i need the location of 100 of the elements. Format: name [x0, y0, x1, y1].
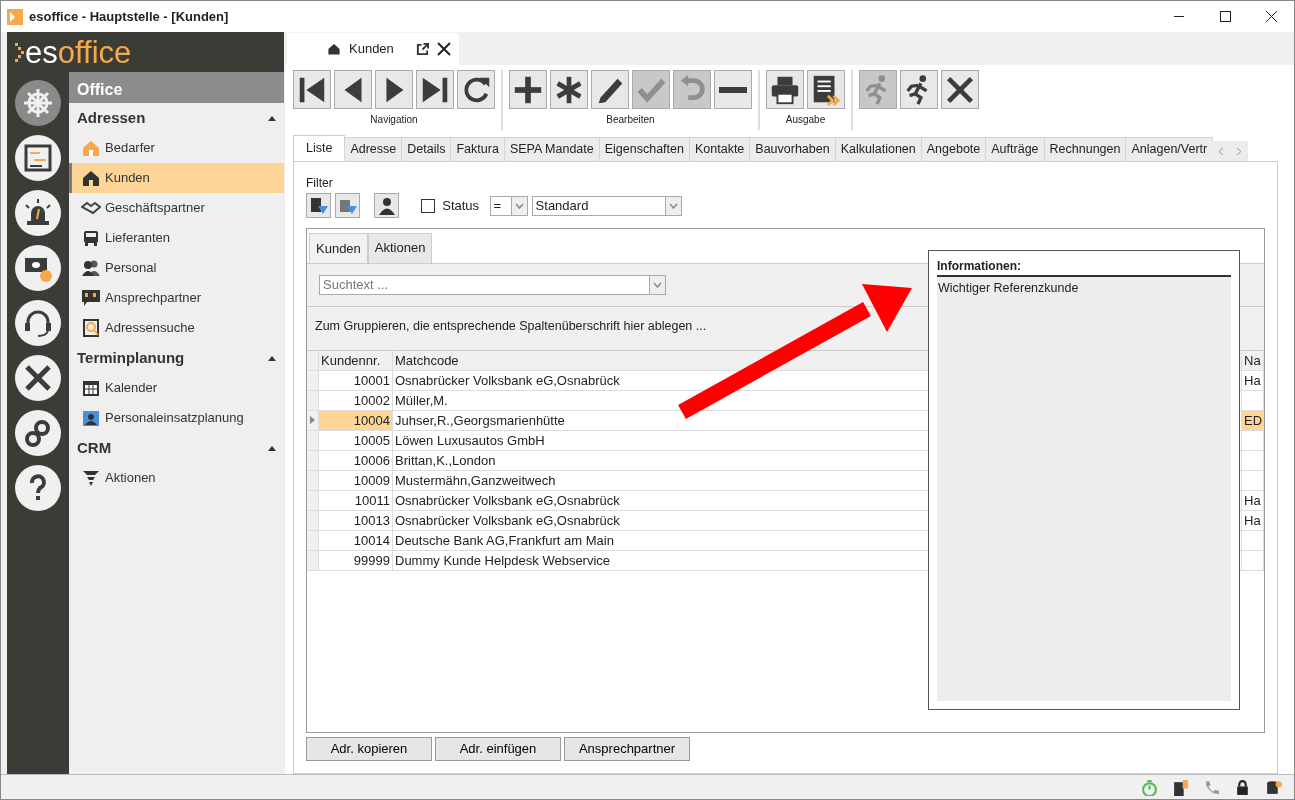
table-cell: 10009	[319, 470, 393, 491]
module-button[interactable]	[15, 135, 61, 181]
person-icon	[376, 195, 397, 216]
asterisk-button[interactable]	[550, 70, 588, 109]
sidebar-item[interactable]: Aktionen	[69, 463, 284, 493]
group-label: Navigation	[370, 113, 418, 127]
tab[interactable]: Kunden	[309, 233, 368, 263]
section-title[interactable]: CRM	[77, 436, 112, 460]
action-button[interactable]: Adr. einfügen	[435, 737, 561, 761]
table-cell: 10002	[319, 390, 393, 411]
tab[interactable]: Liste	[293, 135, 346, 161]
close-button[interactable]	[941, 70, 979, 109]
search-field[interactable]: Suchtext ...	[319, 274, 649, 295]
tab[interactable]: Faktura	[450, 137, 505, 161]
tab[interactable]: Aktionen	[367, 233, 433, 263]
print-button[interactable]	[766, 70, 804, 109]
close-icon	[437, 42, 452, 56]
row-pointer-icon	[310, 416, 315, 424]
tab[interactable]: Details	[401, 137, 452, 161]
corner-cell	[307, 350, 319, 371]
edit-button[interactable]	[591, 70, 629, 109]
tab[interactable]: Bauvorhaben	[749, 137, 836, 161]
minimize-icon	[1174, 16, 1184, 17]
action-button[interactable]: Adr. kopieren	[306, 737, 432, 761]
table-cell	[1242, 470, 1264, 491]
first-button[interactable]	[293, 70, 331, 109]
section-title[interactable]: Terminplanung	[77, 346, 185, 370]
table-cell	[1242, 550, 1264, 571]
delete-button[interactable]	[714, 70, 752, 109]
external-link-icon	[416, 42, 430, 56]
tab[interactable]: Angebote	[920, 137, 987, 161]
column-header[interactable]: Kundennr.	[319, 350, 393, 371]
operator-dropdown[interactable]: =	[489, 195, 528, 216]
sidebar-item[interactable]: Bedarfer	[69, 133, 284, 163]
module-button[interactable]	[15, 465, 61, 511]
dropdown-button[interactable]	[649, 274, 666, 295]
module-button[interactable]	[15, 245, 61, 291]
module-button[interactable]	[15, 410, 61, 456]
runner-button[interactable]	[900, 70, 938, 109]
filter-label: Filter	[306, 175, 334, 192]
table-cell: Ha	[1242, 510, 1264, 531]
table-cell: 10005	[319, 430, 393, 451]
document-tab[interactable]: Kunden	[287, 33, 460, 65]
tab[interactable]: Rechnungen	[1043, 137, 1127, 161]
sidebar-item[interactable]: Adressensuche	[69, 313, 284, 343]
tab[interactable]: Eigenschaften	[598, 137, 690, 161]
sidebar-item[interactable]: Ansprechpartner	[69, 283, 284, 313]
table-cell: 99999	[319, 550, 393, 571]
sidebar-item[interactable]: Kunden	[69, 163, 284, 193]
lock-icon	[1234, 778, 1251, 796]
sidebar-item[interactable]: Personaleinsatzplanung	[69, 403, 284, 433]
sidebar-item[interactable]: Geschäftspartner	[69, 193, 284, 223]
scroll-left-icon	[1218, 146, 1225, 156]
table-cell: Ha	[1242, 490, 1264, 511]
module-button[interactable]	[15, 300, 61, 346]
table-cell	[1242, 390, 1264, 411]
calendar-icon	[81, 378, 101, 398]
tab[interactable]: SEPA Mandate	[503, 137, 600, 161]
group-label: Bearbeiten	[606, 113, 655, 127]
table-cell: Ha	[1242, 370, 1264, 391]
filter-dropdown[interactable]: Standard	[531, 195, 682, 216]
last-button[interactable]	[416, 70, 454, 109]
table-cell: 10011	[319, 490, 393, 511]
module-button[interactable]	[15, 80, 61, 126]
section-title[interactable]: Adressen	[77, 106, 146, 130]
building-filter-icon	[308, 195, 329, 216]
people-icon	[81, 258, 101, 278]
tab[interactable]: Aufträge	[985, 137, 1045, 161]
house-icon	[81, 168, 101, 188]
action-button[interactable]: Ansprechpartner	[564, 737, 690, 761]
sidebar-item[interactable]: Kalender	[69, 373, 284, 403]
column-header[interactable]: Na	[1242, 350, 1264, 371]
next-button[interactable]	[375, 70, 413, 109]
sidebar-item[interactable]: Personal	[69, 253, 284, 283]
tab[interactable]: Kontakte	[688, 137, 751, 161]
table-cell: ED	[1242, 410, 1264, 431]
tab[interactable]: Kalkulationen	[834, 137, 922, 161]
sidebar-item[interactable]: Lieferanten	[69, 223, 284, 253]
logo-text: esoffice	[25, 36, 132, 68]
tab[interactable]: Adresse	[344, 137, 403, 161]
ship-wheel-icon	[22, 87, 54, 119]
previous-button[interactable]	[334, 70, 372, 109]
row-header[interactable]	[307, 410, 319, 431]
person-button[interactable]	[374, 193, 399, 218]
refresh-button[interactable]	[457, 70, 495, 109]
table-cell: 10014	[319, 530, 393, 551]
status-label: Status	[442, 196, 480, 215]
export-button[interactable]	[807, 70, 845, 109]
phone-icon	[1203, 778, 1220, 796]
module-button[interactable]	[15, 190, 61, 236]
logo-icon	[15, 41, 25, 63]
new-button[interactable]	[509, 70, 547, 109]
tab[interactable]: Anlagen/Vertr	[1125, 137, 1214, 161]
app-icon	[7, 9, 23, 26]
module-button[interactable]	[15, 355, 61, 401]
table-cell: 10001	[319, 370, 393, 391]
status-checkbox[interactable]	[421, 198, 435, 213]
truck-icon	[81, 228, 101, 248]
filter-button[interactable]	[306, 193, 331, 218]
table-cell: 10004	[319, 410, 393, 431]
